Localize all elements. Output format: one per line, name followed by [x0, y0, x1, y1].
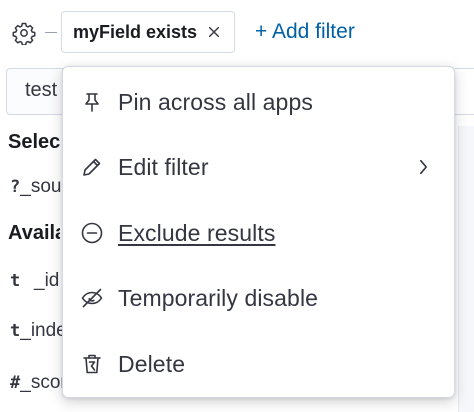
pencil-icon [79, 154, 105, 180]
field-type-icon: t [10, 321, 21, 341]
menu-item-exclude-results[interactable]: Exclude results [63, 203, 454, 263]
gear-icon[interactable] [10, 19, 38, 47]
separator-dash [45, 32, 57, 33]
close-icon[interactable] [206, 24, 222, 40]
filter-context-menu: Pin across all apps Edit filter Exclude … [62, 66, 455, 398]
menu-item-delete[interactable]: Delete [63, 334, 454, 394]
menu-item-label: Pin across all apps [118, 88, 313, 115]
field-name: _source [20, 176, 62, 197]
menu-item-pin[interactable]: Pin across all apps [63, 72, 454, 132]
available-fields-heading: Available fields [8, 222, 60, 244]
filter-pill[interactable]: myField exists [61, 11, 235, 53]
menu-item-label: Exclude results [118, 219, 276, 246]
list-item[interactable]: t _index [10, 320, 62, 342]
menu-item-label: Temporarily disable [118, 284, 319, 311]
background-panel-edge [458, 126, 474, 412]
minus-circle-icon [79, 220, 105, 246]
trash-icon [79, 351, 105, 377]
menu-item-edit-filter[interactable]: Edit filter [63, 137, 454, 197]
selected-fields-heading: Selected fields [8, 131, 60, 153]
field-name: _score [20, 372, 62, 393]
field-type-icon: # [10, 373, 21, 393]
chevron-right-icon [413, 154, 433, 180]
pin-icon [79, 89, 105, 115]
field-name: _index [20, 320, 62, 341]
field-type-icon: ? [10, 177, 21, 197]
list-item[interactable]: # _score [10, 372, 62, 394]
eye-closed-icon [79, 285, 105, 311]
list-item[interactable]: t _id [10, 270, 62, 292]
filter-pill-label: myField exists [73, 21, 198, 42]
search-box-right-edge [455, 68, 474, 115]
menu-item-temporarily-disable[interactable]: Temporarily disable [63, 268, 454, 328]
add-filter-button[interactable]: + Add filter [255, 20, 355, 44]
field-type-icon: t [10, 271, 21, 291]
field-search-input[interactable]: test [6, 68, 70, 115]
menu-item-label: Delete [118, 350, 186, 377]
filter-bar: myField exists + Add filter [0, 0, 474, 62]
menu-item-label: Edit filter [118, 153, 209, 180]
list-item[interactable]: ? _source [10, 176, 62, 198]
field-name: _id [34, 270, 60, 291]
